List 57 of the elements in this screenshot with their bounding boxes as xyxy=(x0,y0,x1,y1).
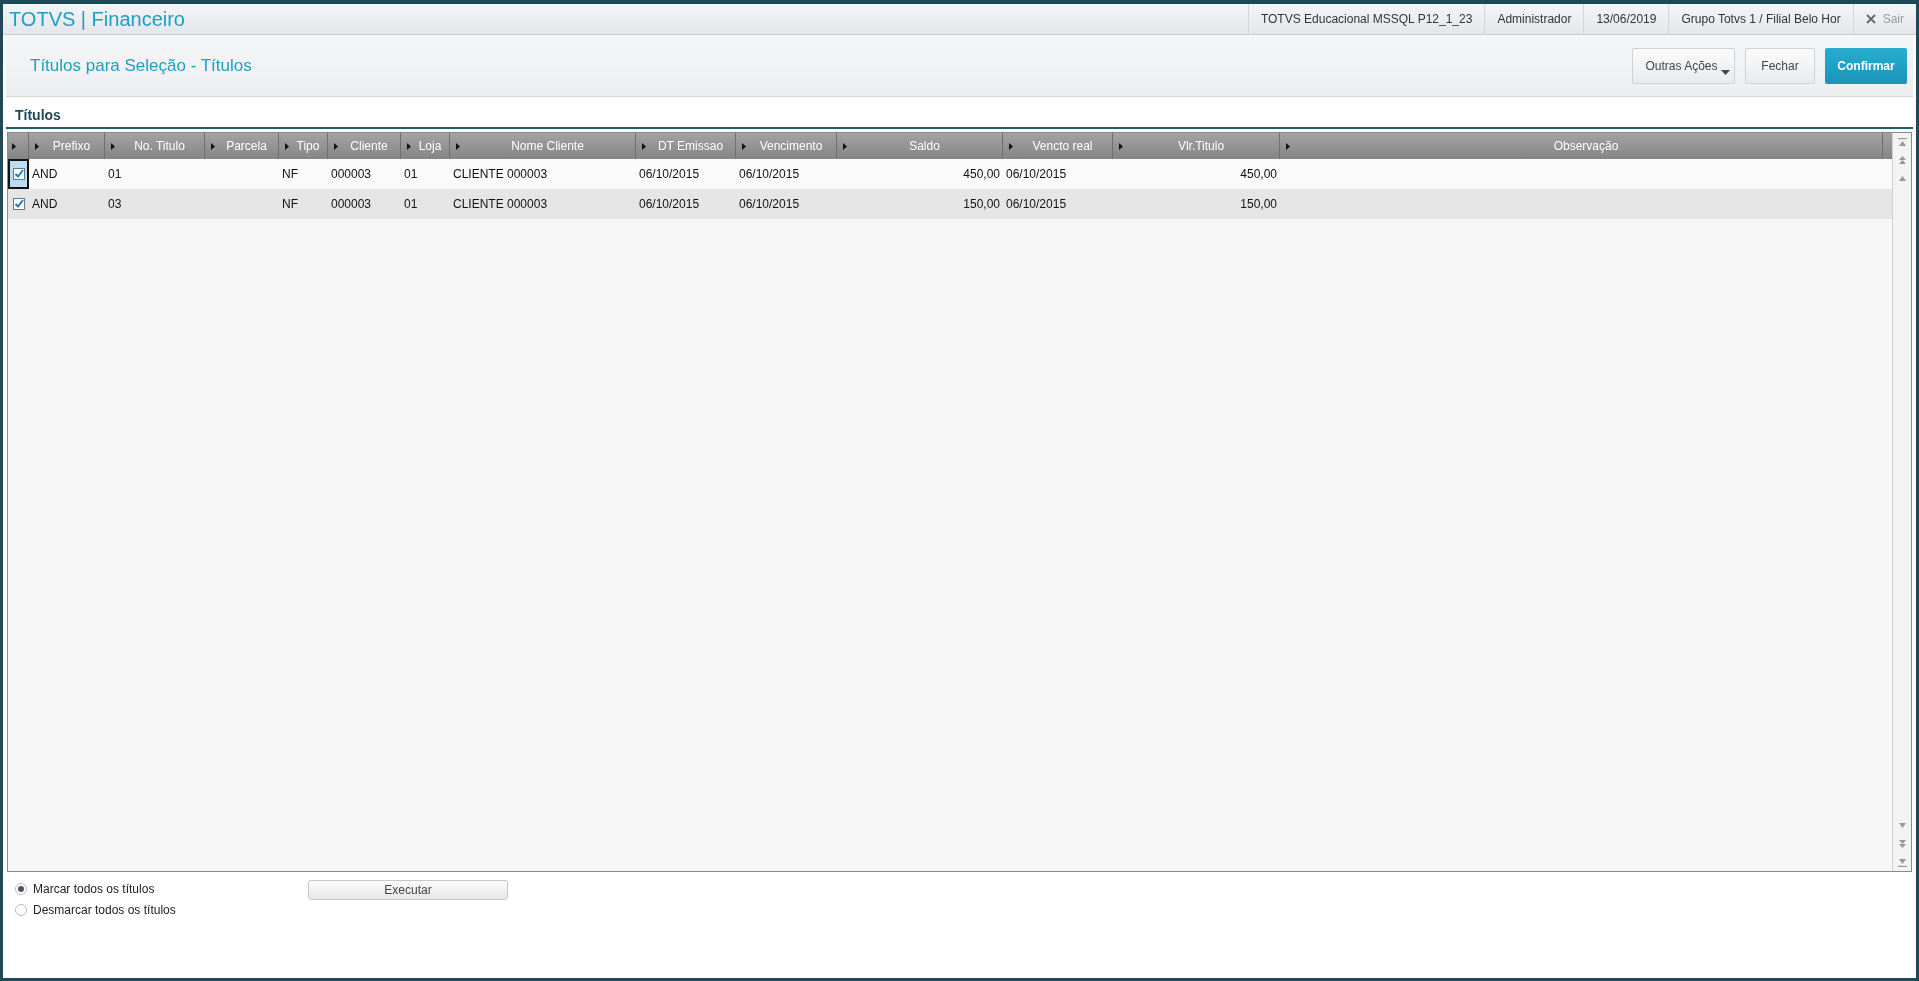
table-cell-text: AND xyxy=(32,166,58,183)
table-cell-text: CLIENTE 000003 xyxy=(453,166,548,183)
table-cell-text: 450,00 xyxy=(1240,166,1277,183)
sort-arrow-icon xyxy=(1286,142,1290,150)
app-title: TOTVS | Financeiro xyxy=(8,7,185,32)
table-cell-text: 01 xyxy=(108,166,122,183)
header-info: TOTVS Educacional MSSQL P12_1_23 xyxy=(1247,4,1485,34)
table-cell-text: 03 xyxy=(108,196,122,213)
radio-button[interactable] xyxy=(15,883,27,895)
table-cell-text: NF xyxy=(282,166,298,183)
caret-icon xyxy=(1721,69,1730,75)
sort-arrow-icon xyxy=(35,142,39,150)
sort-arrow-icon xyxy=(642,142,646,150)
sort-arrow-icon xyxy=(12,142,16,150)
table-cell-text: CLIENTE 000003 xyxy=(453,196,548,213)
section-title: Títulos xyxy=(15,107,61,123)
sort-arrow-icon xyxy=(1009,142,1013,150)
sort-arrow-icon xyxy=(407,142,411,150)
sort-arrow-icon xyxy=(111,142,115,150)
table-cell-text: 450,00 xyxy=(963,166,1000,183)
table-cell-text: 06/10/2015 xyxy=(1006,166,1067,183)
table-cell-text: 150,00 xyxy=(1240,196,1277,213)
table-cell-text: 01 xyxy=(404,166,418,183)
page-title: Títulos para Seleção - Títulos xyxy=(30,54,252,77)
header-info: Administrador xyxy=(1484,4,1584,34)
execute-button[interactable]: Executar xyxy=(308,880,508,900)
exit-button[interactable]: Sair xyxy=(1852,4,1916,34)
checkbox-checked-icon[interactable] xyxy=(12,168,25,180)
sort-arrow-icon xyxy=(456,142,460,150)
table-cell-text: 000003 xyxy=(331,196,372,213)
close-button[interactable]: Fechar xyxy=(1745,47,1815,84)
table-cell-text: 06/10/2015 xyxy=(639,196,700,213)
sort-arrow-icon xyxy=(843,142,847,150)
table-cell-text: 06/10/2015 xyxy=(639,166,700,183)
checkbox-checked-icon[interactable] xyxy=(12,198,25,210)
table-cell-text: 06/10/2015 xyxy=(1006,196,1067,213)
table-cell-text: 150,00 xyxy=(963,196,1000,213)
table-cell-text: 000003 xyxy=(331,166,372,183)
radio-label[interactable]: Desmarcar todos os títulos xyxy=(33,901,176,919)
header-info: 13/06/2019 xyxy=(1583,4,1669,34)
header-info: Grupo Totvs 1 / Filial Belo Hor xyxy=(1668,4,1853,34)
table-cell-text: 01 xyxy=(404,196,418,213)
sort-arrow-icon xyxy=(742,142,746,150)
more-actions-button[interactable]: Outras Ações xyxy=(1632,47,1735,84)
sort-arrow-icon xyxy=(334,142,338,150)
radio-button[interactable] xyxy=(15,904,27,916)
close-icon xyxy=(1865,14,1876,24)
row-checkbox[interactable] xyxy=(8,159,29,189)
table-cell-text: 06/10/2015 xyxy=(739,196,800,213)
sort-arrow-icon xyxy=(285,142,289,150)
radio-label[interactable]: Marcar todos os títulos xyxy=(33,880,155,898)
sort-arrow-icon xyxy=(211,142,215,150)
confirm-button[interactable]: Confirmar xyxy=(1825,47,1907,84)
sort-arrow-icon xyxy=(1119,142,1123,150)
table-cell-text: 06/10/2015 xyxy=(739,166,800,183)
table-cell-text: NF xyxy=(282,196,298,213)
table-cell-text: AND xyxy=(32,196,58,213)
